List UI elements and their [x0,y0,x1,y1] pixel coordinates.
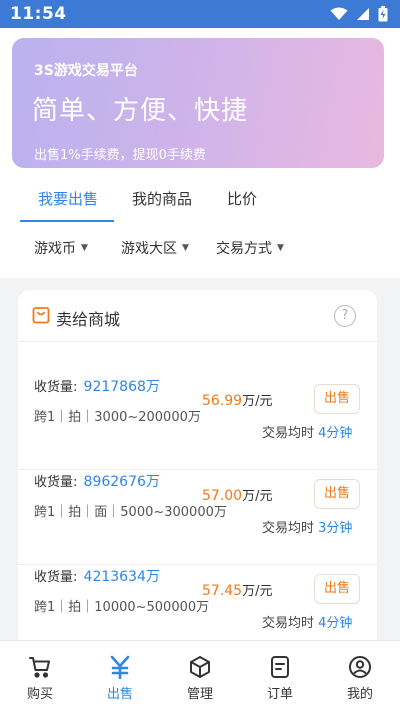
nav-manage[interactable]: 管理 [160,641,240,711]
sell-button[interactable]: 出售 [314,384,360,414]
filter-trade-method[interactable]: 交易方式 ▼ [216,238,284,258]
help-icon[interactable]: ? [334,305,356,327]
nav-mine[interactable]: 我的 [320,641,400,711]
yen-icon [109,655,131,679]
filter-game-currency[interactable]: 游戏币 ▼ [34,238,88,258]
banner-subtitle: 3S游戏交易平台 [34,63,138,79]
time-label: 交易均时 [262,426,315,441]
time-value: 4分钟 [318,426,353,441]
filter-label: 交易方式 [216,241,272,257]
listing-item: 收货量: 9217868万 跨1｜拍｜3000~200000万 56.99万/元… [18,376,377,470]
chevron-down-icon: ▼ [277,243,284,253]
listing-volume: 收货量: 9217868万 [34,376,160,396]
sell-button[interactable]: 出售 [314,574,360,604]
tab-compare-price[interactable]: 比价 [227,188,257,222]
listing-item: 收货量: 8962676万 跨1｜拍｜面｜5000~300000万 57.00万… [18,471,377,565]
signal-icon [356,7,370,21]
listing-avg-time: 交易均时 4分钟 [262,422,352,441]
listing-volume: 收货量: 4213634万 [34,566,160,586]
filter-bar: 游戏币 ▼ 游戏大区 ▼ 交易方式 ▼ [0,228,400,268]
box-icon [188,655,212,679]
volume-value: 4213634万 [83,569,160,585]
volume-label: 收货量: [34,380,78,395]
nav-sell[interactable]: 出售 [80,641,160,711]
listing-price: 56.99万/元 [202,390,272,409]
banner-description: 出售1%手续费，提现0手续费 [34,148,206,163]
wifi-icon [330,7,348,21]
listing-tags: 跨1｜拍｜面｜5000~300000万 [34,505,227,520]
top-panel: 3S游戏交易平台 简单、方便、快捷 出售1%手续费，提现0手续费 我要出售 我的… [0,28,400,278]
filter-label: 游戏币 [34,241,76,257]
nav-label: 购买 [26,687,53,702]
price-unit: 万/元 [242,489,273,504]
promo-banner: 3S游戏交易平台 简单、方便、快捷 出售1%手续费，提现0手续费 [12,38,384,168]
listing-volume: 收货量: 8962676万 [34,471,160,491]
nav-label: 订单 [266,687,293,702]
sell-to-mall-card: 卖给商城 ? 收货量: 9217868万 跨1｜拍｜3000~200000万 5… [18,290,377,690]
price-unit: 万/元 [242,394,273,409]
nav-label: 我的 [346,687,373,702]
status-time: 11:54 [10,4,67,24]
status-bar: 11:54 [0,0,400,28]
listing-price: 57.45万/元 [202,580,272,599]
listing-price: 57.00万/元 [202,485,272,504]
banner-title: 简单、方便、快捷 [32,96,249,126]
tab-my-goods[interactable]: 我的商品 [132,188,192,222]
nav-buy[interactable]: 购买 [0,641,80,711]
card-title: 卖给商城 [56,310,121,329]
order-icon [269,655,291,679]
price-unit: 万/元 [242,584,273,599]
volume-label: 收货量: [34,475,78,490]
time-value: 4分钟 [318,616,353,631]
filter-game-server[interactable]: 游戏大区 ▼ [121,238,189,258]
filter-label: 游戏大区 [121,241,177,257]
user-icon [348,655,372,679]
tab-bar: 我要出售 我的商品 比价 [0,178,400,222]
tab-sell[interactable]: 我要出售 [38,188,98,222]
volume-value: 8962676万 [83,474,160,490]
active-tab-indicator [20,220,114,222]
chevron-down-icon: ▼ [81,243,88,253]
time-label: 交易均时 [262,616,315,631]
time-value: 3分钟 [318,521,353,536]
status-icons [330,6,388,22]
price-value: 56.99 [202,393,243,409]
price-value: 57.00 [202,488,243,504]
nav-orders[interactable]: 订单 [240,641,320,711]
bottom-nav: 购买 出售 管理 订单 我的 [0,640,400,711]
shopping-bag-icon [32,306,50,328]
listing-tags: 跨1｜拍｜3000~200000万 [34,410,201,425]
nav-label: 出售 [106,687,133,702]
volume-label: 收货量: [34,570,78,585]
volume-value: 9217868万 [83,379,160,395]
nav-label: 管理 [186,687,213,702]
sell-button[interactable]: 出售 [314,479,360,509]
time-label: 交易均时 [262,521,315,536]
chevron-down-icon: ▼ [182,243,189,253]
card-header: 卖给商城 ? [18,290,377,342]
listing-avg-time: 交易均时 3分钟 [262,517,352,536]
cart-icon [28,655,52,679]
listing-avg-time: 交易均时 4分钟 [262,612,352,631]
price-value: 57.45 [202,583,243,599]
listing-tags: 跨1｜拍｜10000~500000万 [34,600,210,615]
battery-icon [378,6,388,22]
